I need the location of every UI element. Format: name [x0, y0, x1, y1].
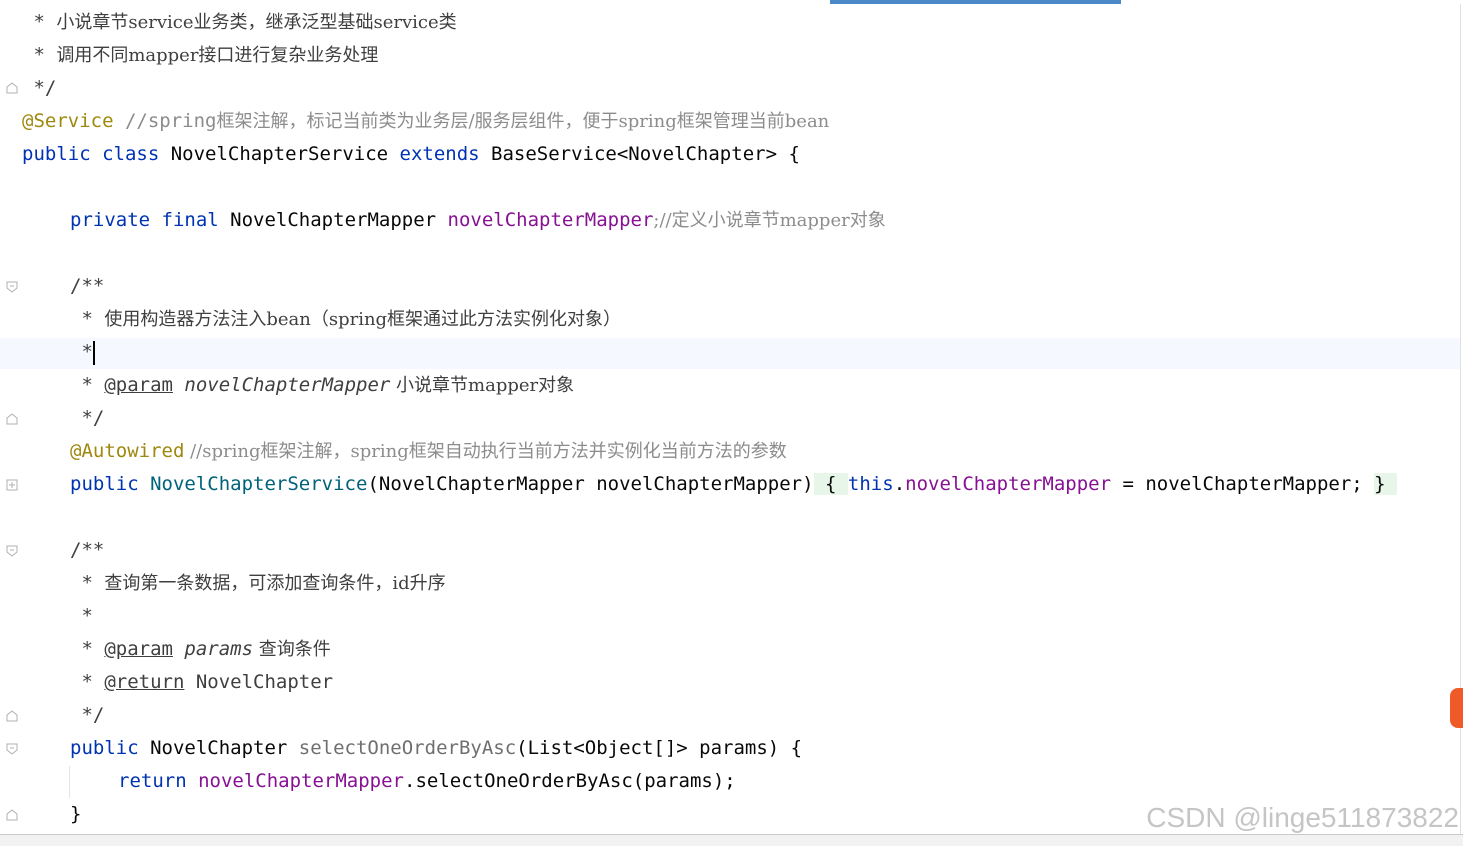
annotation-service: @Service	[22, 110, 114, 132]
doc-param-name: params	[184, 638, 254, 660]
keyword-public: public	[22, 143, 91, 165]
doc-return-type: NovelChapter	[184, 671, 334, 693]
watermark: CSDN @linge511873822	[1146, 802, 1459, 833]
doc-text: 调用不同mapper接口进行复杂业务处理	[56, 45, 379, 66]
indent-guide	[69, 766, 70, 798]
code-editor[interactable]: * 小说章节service业务类，继承泛型基础service类 * 调用不同ma…	[0, 0, 1463, 846]
code-line-12[interactable]: * @param novelChapterMapper 小说章节mapper对象	[70, 369, 574, 402]
current-line-highlight	[0, 338, 1460, 369]
keyword-public: public	[70, 473, 139, 495]
code-line-23[interactable]: public NovelChapter selectOneOrderByAsc(…	[70, 732, 802, 765]
doc-text: 使用构造器方法注入bean（spring框架通过此方法实例化对象）	[104, 309, 622, 330]
method-name: selectOneOrderByAsc	[298, 737, 517, 759]
assignment: = novelChapterMapper;	[1111, 473, 1375, 495]
field-comment: ;//定义小说章节mapper对象	[653, 210, 886, 231]
fold-start-icon[interactable]	[6, 545, 18, 557]
keyword-private: private	[70, 209, 151, 231]
keyword-class: class	[102, 143, 160, 165]
code-line-24[interactable]: return novelChapterMapper.selectOneOrder…	[118, 765, 736, 798]
dot: .	[893, 473, 906, 495]
code-line-14[interactable]: @Autowired //spring框架注解，spring框架自动执行当前方法…	[70, 435, 787, 468]
fold-end-icon[interactable]	[6, 710, 18, 722]
keyword-extends: extends	[399, 143, 480, 165]
code-line-20[interactable]: * @param params 查询条件	[70, 633, 331, 666]
active-tab-indicator	[830, 0, 1121, 4]
code-line-18[interactable]: * 查询第一条数据，可添加查询条件，id升序	[70, 567, 446, 600]
code-line-22[interactable]: */	[70, 699, 104, 732]
doc-text: 查询条件	[253, 639, 331, 660]
doc-end: */	[70, 407, 105, 429]
doc-text: 小说章节mapper对象	[390, 375, 575, 396]
doc-text: 小说章节service业务类，继承泛型基础service类	[56, 12, 457, 33]
return-type: NovelChapter	[138, 737, 299, 759]
doc-end: */	[22, 77, 57, 99]
keyword-return: return	[118, 770, 187, 792]
code-line-15[interactable]: public NovelChapterService(NovelChapterM…	[70, 468, 1398, 501]
superclass: BaseService<NovelChapter> {	[479, 143, 800, 165]
field-ref: novelChapterMapper	[905, 473, 1112, 495]
doc-text: 查询第一条数据，可添加查询条件，id升序	[104, 573, 446, 594]
doc-prefix: *	[22, 11, 57, 33]
doc-star: *	[70, 605, 93, 627]
text-caret	[92, 340, 95, 365]
code-line-1[interactable]: * 小说章节service业务类，继承泛型基础service类	[22, 6, 457, 39]
class-name: NovelChapterService	[159, 143, 400, 165]
code-line-5[interactable]: public class NovelChapterService extends…	[22, 138, 800, 171]
method-params: (List<Object[]> params) {	[516, 737, 803, 759]
editor-bottom-scrollbar[interactable]	[0, 834, 1463, 846]
doc-tag-return: @return	[104, 671, 185, 693]
fold-end-icon[interactable]	[6, 413, 18, 425]
code-line-13[interactable]: */	[70, 402, 104, 435]
fold-end-icon[interactable]	[6, 82, 18, 94]
brace-close: }	[1374, 473, 1398, 495]
code-line-7[interactable]: private final NovelChapterMapper novelCh…	[70, 204, 886, 237]
code-line-3[interactable]: */	[22, 72, 56, 105]
doc-end: */	[70, 704, 105, 726]
doc-param-name: novelChapterMapper	[184, 374, 391, 396]
doc-tag-param: @param	[104, 374, 173, 396]
doc-prefix: *	[70, 308, 105, 330]
code-line-25[interactable]: }	[70, 798, 81, 831]
field-name: novelChapterMapper	[447, 209, 654, 231]
constructor-name: NovelChapterService	[150, 473, 368, 495]
doc-prefix: *	[70, 374, 105, 396]
brace-close: }	[70, 803, 82, 825]
code-line-17[interactable]: /**	[70, 534, 104, 567]
code-line-4[interactable]: @Service //spring框架注解，标记当前类为业务层/服务层组件，便于…	[22, 105, 829, 138]
code-line-10[interactable]: * 使用构造器方法注入bean（spring框架通过此方法实例化对象）	[70, 303, 621, 336]
doc-start: /**	[70, 539, 105, 561]
field-type: NovelChapterMapper	[218, 209, 448, 231]
field-ref: novelChapterMapper	[198, 770, 404, 792]
brace-open: {	[813, 473, 848, 495]
keyword-this: this	[847, 473, 894, 495]
annotation-autowired: @Autowired	[70, 440, 185, 462]
fold-start-icon[interactable]	[6, 743, 18, 755]
fold-expand-icon[interactable]	[6, 479, 18, 491]
code-line-21[interactable]: * @return NovelChapter	[70, 666, 333, 699]
doc-prefix: *	[70, 638, 105, 660]
fold-start-icon[interactable]	[6, 281, 18, 293]
fold-end-icon[interactable]	[6, 809, 18, 821]
code-line-9[interactable]: /**	[70, 270, 104, 303]
doc-prefix: *	[70, 671, 105, 693]
doc-start: /**	[70, 275, 105, 297]
comment-text: 框架注解，标记当前类为业务层/服务层组件，便于spring框架管理当前bean	[216, 111, 830, 132]
code-line-11[interactable]: *	[70, 336, 95, 369]
constructor-params: (NovelChapterMapper novelChapterMapper)	[367, 473, 814, 495]
code-line-19[interactable]: *	[70, 600, 93, 633]
doc-prefix: *	[22, 44, 57, 66]
method-call: .selectOneOrderByAsc(params);	[404, 770, 736, 792]
keyword-final: final	[161, 209, 219, 231]
code-line-2[interactable]: * 调用不同mapper接口进行复杂业务处理	[22, 39, 378, 72]
comment-prefix: //spring	[113, 110, 217, 132]
doc-tag-param: @param	[104, 638, 173, 660]
floating-plugin-badge[interactable]	[1450, 688, 1463, 728]
doc-prefix: *	[70, 572, 105, 594]
doc-star: *	[70, 341, 93, 363]
comment-text: //spring框架注解，spring框架自动执行当前方法并实例化当前方法的参数	[184, 441, 787, 462]
keyword-public: public	[70, 737, 139, 759]
